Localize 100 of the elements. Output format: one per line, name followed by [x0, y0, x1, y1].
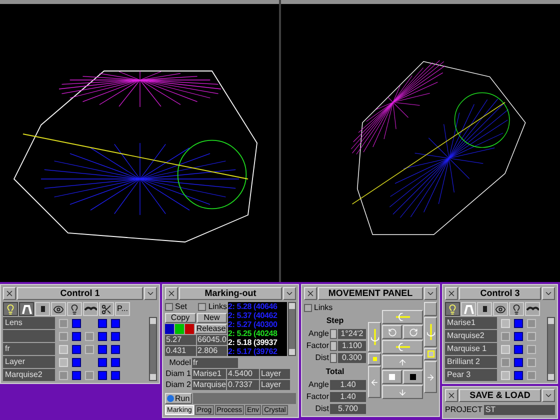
- row-name[interactable]: Layer: [3, 356, 55, 368]
- fit-button[interactable]: [368, 353, 381, 365]
- layer-field[interactable]: Layer: [260, 380, 290, 390]
- checkbox[interactable]: [165, 303, 173, 311]
- list-item[interactable]: 2: 5.18 (39937: [228, 338, 278, 347]
- checkbox[interactable]: [304, 304, 312, 312]
- fit-button[interactable]: [424, 348, 437, 360]
- toggle-cell[interactable]: [72, 344, 81, 354]
- arrow-up-icon: [398, 358, 407, 366]
- menu-button[interactable]: [542, 287, 555, 300]
- toggle-cell[interactable]: [72, 358, 81, 366]
- toggle-cell[interactable]: [98, 332, 107, 340]
- release-button[interactable]: Release: [195, 324, 227, 334]
- close-button[interactable]: [165, 287, 178, 300]
- header-tab[interactable]: [19, 302, 34, 316]
- value-field[interactable]: 66045.0: [196, 335, 227, 345]
- diam-name-field[interactable]: Marise1: [192, 369, 226, 379]
- toggle-cell[interactable]: [98, 318, 107, 328]
- toggle-cell[interactable]: [111, 370, 120, 380]
- down-button[interactable]: [382, 385, 423, 399]
- rotate-cw-button[interactable]: [403, 325, 423, 339]
- rotate-button[interactable]: [368, 322, 381, 352]
- row-name[interactable]: Marquise2: [445, 330, 497, 342]
- header-tab[interactable]: P...: [115, 302, 130, 316]
- panel-title: SAVE & LOAD: [459, 389, 541, 402]
- step-field[interactable]: 1.100: [338, 340, 366, 350]
- new-button[interactable]: New: [196, 313, 227, 323]
- toggle-cell[interactable]: [98, 344, 107, 354]
- row-name[interactable]: fr: [3, 343, 55, 355]
- total-field[interactable]: 1.40: [330, 380, 366, 390]
- toggle-cell[interactable]: [98, 370, 107, 380]
- blank-button[interactable]: [424, 302, 437, 316]
- toggle-cell[interactable]: [111, 358, 120, 366]
- rotate-button[interactable]: [424, 317, 437, 347]
- toggle-cell[interactable]: [72, 370, 81, 380]
- toggle-cell[interactable]: [111, 318, 120, 328]
- chevron-icon: [544, 391, 553, 400]
- menu-button[interactable]: [424, 287, 437, 300]
- value-field[interactable]: 5.27: [165, 335, 196, 345]
- toggle-cell[interactable]: [72, 332, 81, 340]
- toggle-cell[interactable]: [111, 344, 120, 354]
- arrow-left-icon: [370, 378, 379, 386]
- zoom-in-button[interactable]: [403, 370, 423, 384]
- chevron-icon: [285, 289, 294, 298]
- row-name[interactable]: Marise1: [445, 317, 497, 329]
- row-name[interactable]: Marquise2: [3, 369, 55, 381]
- copy-button[interactable]: Copy: [165, 313, 196, 323]
- toggle-cell[interactable]: [72, 318, 81, 328]
- scrollbar[interactable]: [288, 302, 296, 356]
- toggle-cell[interactable]: [514, 332, 523, 340]
- row-name[interactable]: Pear 3: [445, 369, 497, 381]
- checkbox-label: Links: [208, 301, 227, 313]
- toggle-cell[interactable]: [514, 370, 523, 380]
- rotate-ccw-button[interactable]: [382, 325, 402, 339]
- close-button[interactable]: [304, 287, 317, 300]
- close-button[interactable]: [445, 287, 458, 300]
- total-field[interactable]: 1.40: [330, 392, 366, 402]
- close-button[interactable]: [3, 287, 16, 300]
- model-field[interactable]: fr: [192, 358, 238, 368]
- menu-button[interactable]: [144, 287, 157, 300]
- lightbulb-icon: [447, 304, 458, 314]
- rotate-button[interactable]: [382, 310, 423, 324]
- step-field[interactable]: 1°24'2: [338, 328, 366, 338]
- menu-button[interactable]: [542, 389, 555, 402]
- toggle-cell[interactable]: [98, 358, 107, 366]
- list-item[interactable]: 2: 5.25 (40248: [228, 329, 278, 338]
- color-swatch[interactable]: [175, 324, 184, 334]
- row-name[interactable]: Marquise 1: [445, 343, 497, 355]
- caterpillar-icon: [84, 306, 97, 312]
- up-button[interactable]: [382, 355, 423, 369]
- toggle-cell[interactable]: [514, 344, 523, 354]
- scrollbar[interactable]: [149, 317, 157, 381]
- layer-field[interactable]: Layer: [260, 369, 290, 379]
- toggle-cell[interactable]: [111, 332, 120, 340]
- value-field[interactable]: 2.806: [196, 346, 227, 356]
- color-swatch[interactable]: [185, 324, 194, 334]
- left-button[interactable]: [368, 366, 381, 398]
- scrollbar[interactable]: [547, 317, 555, 381]
- color-swatch[interactable]: [165, 324, 174, 334]
- square-icon: [389, 374, 395, 380]
- header-tab[interactable]: [3, 302, 18, 316]
- row-name[interactable]: Lens: [3, 317, 55, 329]
- total-field[interactable]: 5.700: [330, 404, 366, 414]
- right-button[interactable]: [424, 361, 437, 393]
- header-tab[interactable]: [445, 302, 460, 316]
- diam-name-field[interactable]: Marquise: [192, 380, 226, 390]
- menu-button[interactable]: [283, 287, 296, 300]
- project-field[interactable]: ST: [484, 405, 555, 415]
- diam-value-field[interactable]: 4.5400: [227, 369, 259, 379]
- close-button[interactable]: [445, 389, 458, 402]
- diam-value-field[interactable]: 0.7337: [227, 380, 259, 390]
- zoom-out-button[interactable]: [382, 370, 402, 384]
- toggle-cell[interactable]: [514, 358, 523, 366]
- value-field[interactable]: 0.431: [165, 346, 196, 356]
- toggle-cell[interactable]: [514, 318, 523, 328]
- checkbox[interactable]: [198, 303, 206, 311]
- rotate-button[interactable]: [382, 340, 423, 354]
- step-field[interactable]: 0.300: [338, 352, 366, 362]
- run-button[interactable]: Run: [165, 393, 192, 404]
- row-name[interactable]: Brilliant 2: [445, 356, 497, 368]
